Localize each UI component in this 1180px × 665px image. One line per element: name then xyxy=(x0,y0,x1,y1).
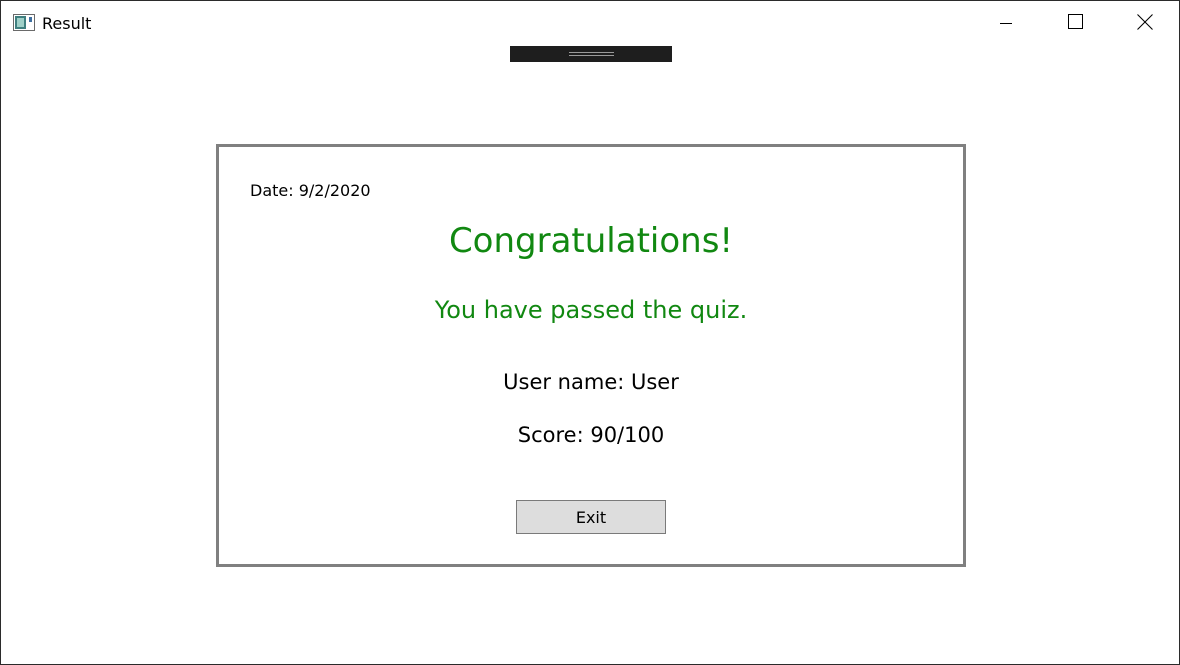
debug-toolbar[interactable] xyxy=(510,46,672,62)
congratulations-heading: Congratulations! xyxy=(448,221,734,261)
window-title: Result xyxy=(42,14,92,33)
user-name-label: User name: User xyxy=(503,370,679,394)
maximize-button[interactable] xyxy=(1040,1,1110,46)
close-button[interactable] xyxy=(1110,1,1179,46)
minimize-icon xyxy=(1000,14,1012,33)
close-icon xyxy=(1137,13,1153,34)
maximize-icon xyxy=(1067,14,1083,33)
title-bar[interactable]: Result xyxy=(1,1,1179,46)
exit-button[interactable]: Exit xyxy=(516,500,666,534)
result-window: Result Date: 9/2/2020 Congratulations! Y… xyxy=(0,0,1180,665)
app-window-icon xyxy=(13,14,35,31)
minimize-button[interactable] xyxy=(971,1,1041,46)
result-card: Date: 9/2/2020 Congratulations! You have… xyxy=(216,144,966,567)
date-label: Date: 9/2/2020 xyxy=(250,181,371,200)
passed-message: You have passed the quiz. xyxy=(434,296,748,324)
drag-handle-icon[interactable] xyxy=(569,52,614,56)
score-label: Score: 90/100 xyxy=(517,423,665,447)
